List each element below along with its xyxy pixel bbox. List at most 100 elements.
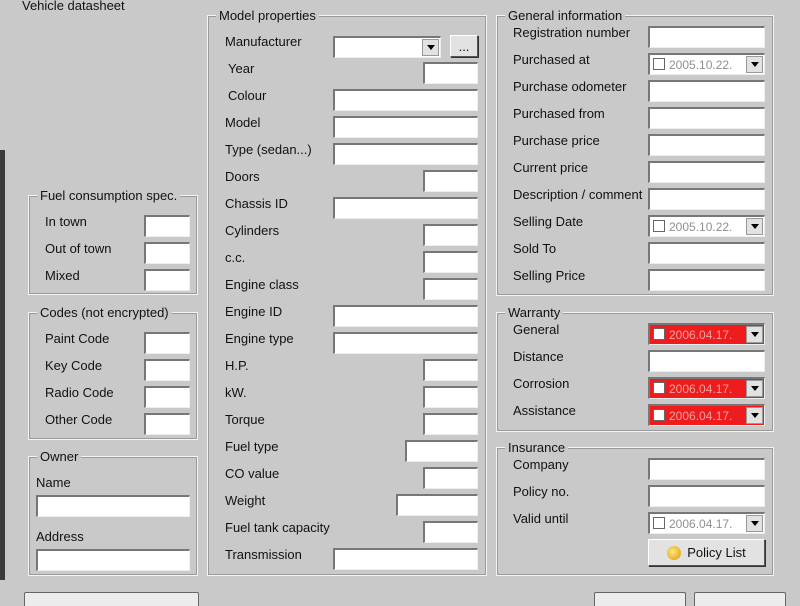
model-label: Model — [225, 115, 261, 130]
engine-type-input[interactable] — [333, 332, 478, 354]
warranty-distance-input[interactable] — [648, 350, 765, 372]
warranty-assistance-label: Assistance — [513, 403, 576, 418]
transmission-input[interactable] — [333, 548, 478, 570]
warranty-assistance-value: 2006.04.17. — [669, 409, 733, 423]
doors-input[interactable] — [423, 170, 478, 192]
engine-id-input[interactable] — [333, 305, 478, 327]
window-title: Vehicle datasheet — [22, 0, 125, 13]
owner-address-label: Address — [36, 529, 84, 544]
co-value-input[interactable] — [423, 467, 478, 489]
chevron-down-icon[interactable] — [746, 56, 763, 73]
cc-label: c.c. — [225, 250, 246, 265]
sold-to-input[interactable] — [648, 242, 765, 264]
mixed-label: Mixed — [45, 268, 80, 283]
warranty-general-checkbox[interactable] — [653, 328, 665, 340]
paint-code-input[interactable] — [144, 332, 190, 354]
registration-label: Registration number — [513, 25, 631, 40]
policy-list-button[interactable]: Policy List — [648, 539, 765, 566]
manufacturer-label: Manufacturer — [225, 34, 302, 49]
bottom-ok-button[interactable] — [594, 592, 686, 606]
manufacturer-combo[interactable] — [333, 36, 441, 58]
warranty-assistance-date-picker[interactable]: 2006.04.17. — [648, 404, 765, 426]
in-town-input[interactable] — [144, 215, 190, 237]
description-label: Description / comment — [513, 187, 643, 202]
policy-no-label: Policy no. — [513, 484, 570, 499]
current-price-input[interactable] — [648, 161, 765, 183]
colour-input[interactable] — [333, 89, 478, 111]
key-code-input[interactable] — [144, 359, 190, 381]
selling-date-picker[interactable]: 2005.10.22. — [648, 215, 765, 237]
out-of-town-input[interactable] — [144, 242, 190, 264]
description-input[interactable] — [648, 188, 765, 210]
owner-address-input[interactable] — [36, 549, 190, 571]
chevron-down-icon[interactable] — [746, 515, 763, 532]
torque-label: Torque — [225, 412, 265, 427]
selling-date-value: 2005.10.22. — [669, 220, 733, 234]
warranty-corrosion-date-picker[interactable]: 2006.04.17. — [648, 377, 765, 399]
chevron-down-icon[interactable] — [746, 326, 763, 343]
purchased-at-date-picker[interactable]: 2005.10.22. — [648, 53, 765, 75]
selling-date-label: Selling Date — [513, 214, 584, 229]
bottom-left-button[interactable] — [24, 592, 199, 606]
type-input[interactable] — [333, 143, 478, 165]
warranty-assistance-checkbox[interactable] — [653, 409, 665, 421]
registration-input[interactable] — [648, 26, 765, 48]
selling-price-input[interactable] — [648, 269, 765, 291]
radio-code-input[interactable] — [144, 386, 190, 408]
purchase-price-input[interactable] — [648, 134, 765, 156]
manufacturer-browse-button[interactable]: ... — [450, 35, 478, 57]
valid-until-value: 2006.04.17. — [669, 517, 733, 531]
warranty-general-date-picker[interactable]: 2006.04.17. — [648, 323, 765, 345]
coin-icon — [667, 545, 682, 560]
fuel-type-input[interactable] — [405, 440, 478, 462]
kw-input[interactable] — [423, 386, 478, 408]
hp-label: H.P. — [225, 358, 249, 373]
warranty-general-label: General — [513, 322, 560, 337]
insurance-company-input[interactable] — [648, 458, 765, 480]
paint-code-label: Paint Code — [45, 331, 110, 346]
in-town-label: In town — [45, 214, 87, 229]
chevron-down-icon[interactable] — [422, 39, 439, 56]
purchase-odometer-input[interactable] — [648, 80, 765, 102]
policy-no-input[interactable] — [648, 485, 765, 507]
radio-code-label: Radio Code — [45, 385, 114, 400]
purchased-from-input[interactable] — [648, 107, 765, 129]
mixed-input[interactable] — [144, 269, 190, 291]
other-code-input[interactable] — [144, 413, 190, 435]
purchased-at-checkbox[interactable] — [653, 58, 665, 70]
chevron-down-icon[interactable] — [746, 218, 763, 235]
warranty-general-value: 2006.04.17. — [669, 328, 733, 342]
transmission-label: Transmission — [225, 547, 302, 562]
valid-until-date-picker[interactable]: 2006.04.17. — [648, 512, 765, 534]
cylinders-input[interactable] — [423, 224, 478, 246]
cc-input[interactable] — [423, 251, 478, 273]
chevron-down-icon[interactable] — [746, 407, 763, 424]
weight-input[interactable] — [396, 494, 478, 516]
purchased-at-label: Purchased at — [513, 52, 590, 67]
warranty-distance-label: Distance — [513, 349, 564, 364]
year-input[interactable] — [423, 62, 478, 84]
policy-list-label: Policy List — [687, 545, 746, 560]
hp-input[interactable] — [423, 359, 478, 381]
chassis-id-input[interactable] — [333, 197, 478, 219]
insurance-title: Insurance — [505, 440, 569, 455]
engine-id-label: Engine ID — [225, 304, 283, 319]
valid-until-checkbox[interactable] — [653, 517, 665, 529]
codes-title: Codes (not encrypted) — [37, 305, 172, 320]
warranty-corrosion-checkbox[interactable] — [653, 382, 665, 394]
warranty-title: Warranty — [505, 305, 564, 320]
torque-input[interactable] — [423, 413, 478, 435]
insurance-company-label: Company — [513, 457, 569, 472]
engine-class-input[interactable] — [423, 278, 478, 300]
window-edge — [0, 150, 5, 580]
kw-label: kW. — [225, 385, 247, 400]
fuel-type-label: Fuel type — [225, 439, 279, 454]
key-code-label: Key Code — [45, 358, 103, 373]
fuel-consumption-title: Fuel consumption spec. — [37, 188, 181, 203]
model-input[interactable] — [333, 116, 478, 138]
bottom-cancel-button[interactable] — [694, 592, 786, 606]
chevron-down-icon[interactable] — [746, 380, 763, 397]
fuel-tank-input[interactable] — [423, 521, 478, 543]
owner-name-input[interactable] — [36, 495, 190, 517]
selling-date-checkbox[interactable] — [653, 220, 665, 232]
